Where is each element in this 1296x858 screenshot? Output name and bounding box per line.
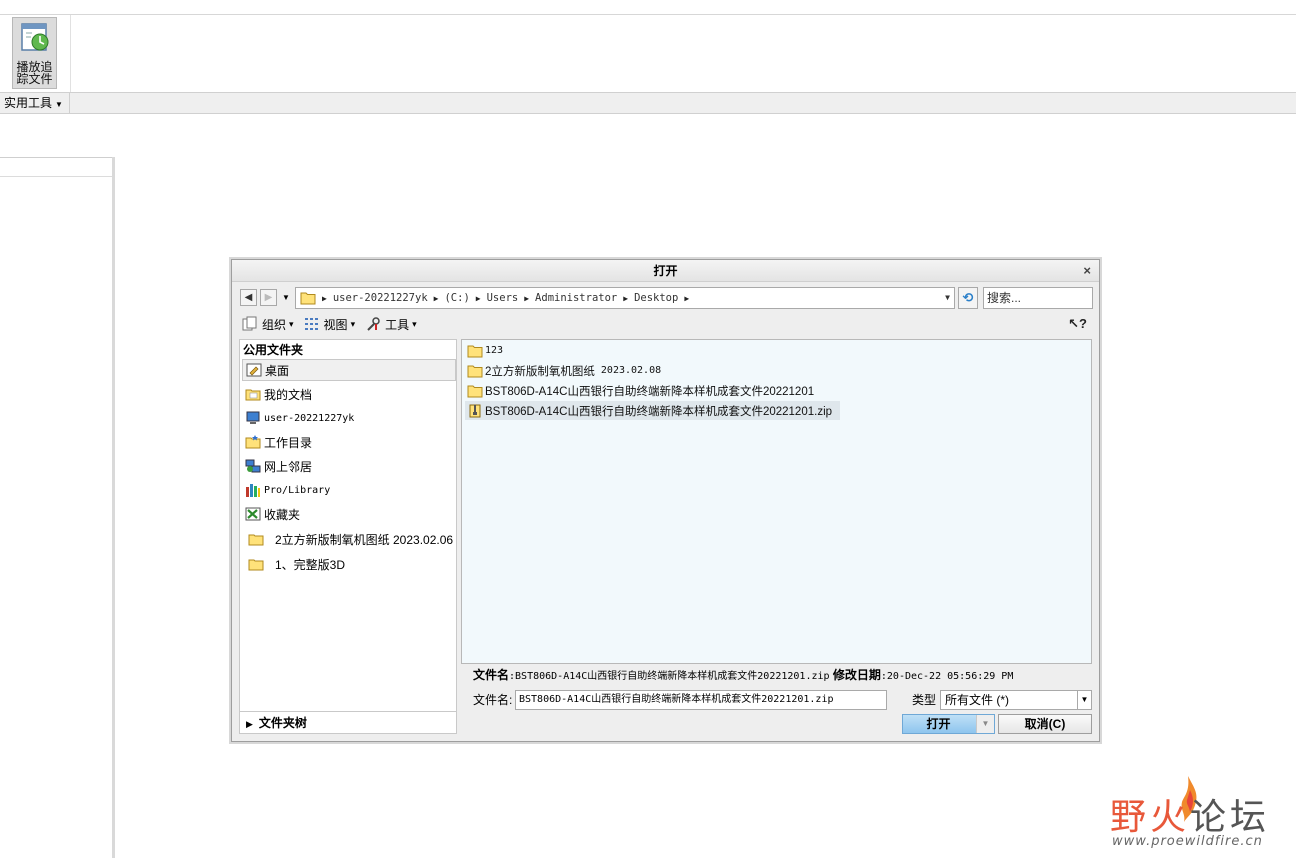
ribbon-separator bbox=[70, 15, 71, 93]
close-icon[interactable]: × bbox=[1083, 260, 1091, 282]
file-info-bar: 文件名:BST806D-A14C山西银行自助终端新降本样机成套文件2022120… bbox=[473, 668, 1014, 682]
list-item-selected[interactable]: BST806D-A14C山西银行自助终端新降本样机成套文件20221201.zi… bbox=[465, 401, 841, 420]
filename-input[interactable]: BST806D-A14C山西银行自助终端新降本样机成套文件20221201.zi… bbox=[515, 690, 887, 710]
panel-splitter[interactable] bbox=[112, 157, 115, 858]
folder-tree-toggle[interactable]: ▶ 文件夹树 bbox=[240, 711, 456, 733]
play-trail-icon bbox=[20, 23, 48, 51]
network-icon bbox=[245, 459, 261, 473]
chevron-down-icon: ▾ bbox=[412, 318, 417, 329]
folder-icon bbox=[467, 385, 483, 397]
folder-icon bbox=[248, 534, 264, 546]
place-computer[interactable]: user-20221227yk bbox=[242, 407, 456, 429]
library-icon bbox=[246, 484, 260, 497]
folder-icon bbox=[248, 559, 264, 571]
cancel-button[interactable]: 取消(C) bbox=[998, 714, 1092, 734]
breadcrumb-users[interactable]: Users bbox=[487, 292, 519, 304]
address-dropdown-icon[interactable]: ▼ bbox=[945, 288, 950, 308]
folder-icon bbox=[300, 292, 316, 305]
file-list[interactable]: 123 2立方新版制氧机图纸 2023.02.08 BST806D-A14C山西银… bbox=[461, 339, 1092, 664]
breadcrumb-drive[interactable]: (C:) bbox=[444, 292, 469, 304]
dialog-toolbar: 组织 ▾ 视图 ▾ 工具 ▾ bbox=[242, 314, 1092, 334]
organize-menu[interactable]: 组织 ▾ bbox=[242, 316, 294, 333]
back-button[interactable]: ◀ bbox=[240, 289, 257, 306]
watermark-url: www.proewildfire.cn bbox=[1112, 834, 1263, 849]
navigation-bar: ◀ ▶ ▼ ▶ user-20221227yk ▶ (C:) ▶ Users ▶… bbox=[240, 287, 1095, 309]
open-button[interactable]: 打开 ▼ bbox=[902, 714, 995, 734]
breadcrumb-arrow-icon: ▶ bbox=[524, 293, 530, 303]
open-file-dialog: 打开 × ◀ ▶ ▼ ▶ user-20221227yk ▶ (C:) ▶ Us… bbox=[231, 259, 1100, 742]
filename-label: 文件名: bbox=[473, 693, 513, 707]
utilities-group-label[interactable]: 实用工具 ▼ bbox=[0, 93, 70, 113]
breadcrumb-computer[interactable]: user-20221227yk bbox=[333, 292, 428, 304]
help-cursor-icon[interactable]: ↖? bbox=[1068, 316, 1087, 332]
list-item[interactable]: 123 bbox=[465, 341, 511, 360]
my-documents-icon bbox=[245, 389, 261, 401]
model-tree-panel bbox=[0, 157, 112, 858]
tools-menu[interactable]: 工具 ▾ bbox=[365, 316, 417, 333]
place-folder-oxygen-drawings[interactable]: 2立方新版制氧机图纸 2023.02.06 bbox=[242, 528, 456, 550]
breadcrumb-arrow-icon: ▶ bbox=[322, 293, 327, 303]
watermark-text: 野火论坛 bbox=[1110, 797, 1271, 838]
place-my-documents[interactable]: 我的文档 bbox=[242, 383, 456, 405]
play-trail-label: 播放追 踪文件 bbox=[16, 60, 53, 86]
type-label: 类型 bbox=[912, 693, 937, 707]
place-pro-library[interactable]: Pro/Library bbox=[242, 479, 456, 501]
list-item[interactable]: 2立方新版制氧机图纸 2023.02.08 bbox=[465, 361, 669, 380]
place-network[interactable]: 网上邻居 bbox=[242, 455, 456, 477]
chevron-down-icon: ▾ bbox=[289, 318, 294, 329]
watermark-logo: 野火论坛 www.proewildfire.cn bbox=[1106, 776, 1286, 850]
working-directory-icon bbox=[245, 435, 261, 449]
list-item[interactable]: BST806D-A14C山西银行自助终端新降本样机成套文件20221201 bbox=[465, 381, 822, 400]
dialog-titlebar: 打开 × bbox=[232, 260, 1099, 282]
place-folder-full-3d[interactable]: 1、完整版3D bbox=[242, 553, 456, 575]
open-options-dropdown-icon[interactable]: ▼ bbox=[976, 715, 994, 733]
place-working-directory[interactable]: 工作目录 bbox=[242, 431, 456, 453]
place-favorites[interactable]: 收藏夹 bbox=[242, 503, 456, 525]
chevron-down-icon: ▾ bbox=[350, 318, 356, 329]
common-folders-header: 公用文件夹 bbox=[243, 343, 304, 357]
desktop-icon bbox=[246, 363, 262, 377]
view-icon bbox=[304, 318, 318, 330]
view-menu[interactable]: 视图 ▾ bbox=[304, 316, 356, 333]
forward-button[interactable]: ▶ bbox=[260, 289, 277, 306]
chevron-down-icon: ▼ bbox=[55, 100, 63, 109]
favorites-icon bbox=[245, 507, 261, 521]
panel-divider bbox=[0, 176, 112, 177]
address-bar[interactable]: ▶ user-20221227yk ▶ (C:) ▶ Users ▶ Admin… bbox=[295, 287, 955, 309]
folder-icon bbox=[467, 345, 483, 357]
expand-arrow-icon: ▶ bbox=[246, 719, 253, 729]
breadcrumb-arrow-icon: ▶ bbox=[623, 293, 629, 303]
history-dropdown[interactable]: ▼ bbox=[282, 289, 290, 306]
common-folders-panel: 公用文件夹 桌面 我的文档 user-20221227yk 工作目录 网上邻居 … bbox=[239, 339, 457, 734]
zip-file-icon bbox=[469, 404, 481, 417]
organize-icon bbox=[242, 316, 257, 331]
play-trail-file-button[interactable]: 播放追 踪文件 bbox=[12, 17, 57, 89]
ribbon-group-bar: 实用工具 ▼ bbox=[0, 92, 1296, 114]
breadcrumb-desktop[interactable]: Desktop bbox=[634, 292, 678, 304]
refresh-button[interactable]: ⟲ bbox=[958, 287, 978, 309]
search-input[interactable]: 搜索... bbox=[983, 287, 1093, 309]
breadcrumb-arrow-icon: ▶ bbox=[684, 293, 690, 303]
breadcrumb-administrator[interactable]: Administrator bbox=[535, 292, 617, 304]
breadcrumb-arrow-icon: ▶ bbox=[433, 293, 439, 303]
folder-icon bbox=[467, 365, 483, 377]
computer-icon bbox=[246, 411, 260, 424]
file-type-select[interactable]: 所有文件 (*) ▼ bbox=[940, 690, 1092, 710]
chevron-down-icon: ▼ bbox=[1077, 691, 1091, 709]
ribbon-top-border bbox=[0, 14, 1296, 15]
breadcrumb-arrow-icon: ▶ bbox=[475, 293, 481, 303]
place-desktop[interactable]: 桌面 bbox=[242, 359, 456, 381]
dialog-title: 打开 bbox=[653, 264, 678, 278]
tools-icon bbox=[367, 317, 380, 331]
